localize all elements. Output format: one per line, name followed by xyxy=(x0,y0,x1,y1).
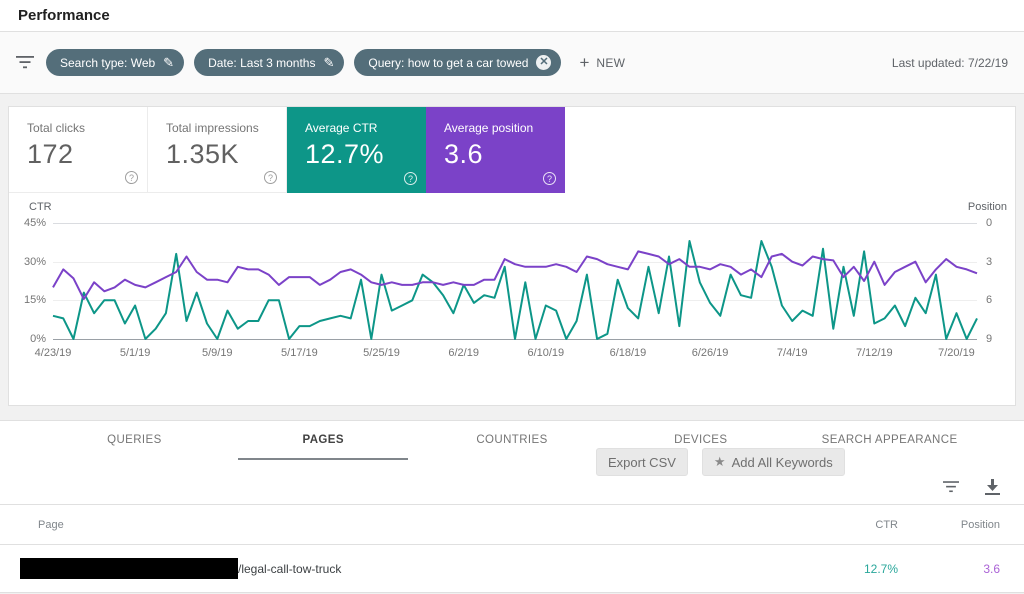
filter-chips: Search type: Web ✎ Date: Last 3 months ✎… xyxy=(46,49,561,76)
help-icon[interactable]: ? xyxy=(543,172,556,185)
x-axis-labels: 4/23/195/1/195/9/195/17/195/25/196/2/196… xyxy=(53,347,977,363)
x-axis-tick: 6/2/19 xyxy=(448,347,479,359)
performance-chart-panel: Total clicks 172 ? Total impressions 1.3… xyxy=(8,106,1016,406)
x-axis-tick: 7/20/19 xyxy=(938,347,975,359)
chip-query-filter-label: Query: how to get a car towed xyxy=(368,56,528,70)
table-filter-icon[interactable] xyxy=(943,481,959,493)
left-axis-tick: 45% xyxy=(24,217,46,229)
chart-plot-area: 45% 30% 15% 0% 0 3 6 9 xyxy=(53,223,977,339)
metric-label: Total clicks xyxy=(27,121,147,135)
page-cell: /legal-call-tow-truck xyxy=(0,558,814,579)
tab-queries[interactable]: QUERIES xyxy=(40,421,229,459)
x-axis-tick: 6/26/19 xyxy=(692,347,729,359)
metric-value: 172 xyxy=(27,139,147,170)
add-all-keywords-button[interactable]: ★ Add All Keywords xyxy=(702,448,845,476)
edit-pencil-icon[interactable]: ✎ xyxy=(163,55,174,71)
chip-search-type-label: Search type: Web xyxy=(60,56,155,70)
metric-label: Average position xyxy=(444,121,565,135)
last-updated-text: Last updated: 7/22/19 xyxy=(892,56,1008,70)
x-axis-tick: 7/4/19 xyxy=(777,347,808,359)
close-icon[interactable]: ✕ xyxy=(536,55,551,70)
ctr-value: 12.7% xyxy=(814,562,914,576)
x-axis-tick: 4/23/19 xyxy=(35,347,72,359)
new-filter-button[interactable]: + NEW xyxy=(579,53,625,73)
tab-pages[interactable]: PAGES xyxy=(229,421,418,459)
help-icon[interactable]: ? xyxy=(264,171,277,184)
table-toolbar: Export CSV ★ Add All Keywords xyxy=(0,459,1024,505)
metrics-row: Total clicks 172 ? Total impressions 1.3… xyxy=(9,107,1015,193)
export-csv-label: Export CSV xyxy=(608,455,676,470)
add-all-keywords-label: Add All Keywords xyxy=(732,455,833,470)
metric-card-total-impressions[interactable]: Total impressions 1.35K ? xyxy=(148,107,287,193)
metric-value: 3.6 xyxy=(444,139,565,170)
column-header-page[interactable]: Page xyxy=(0,519,814,531)
column-header-ctr[interactable]: CTR xyxy=(814,519,914,531)
right-axis-tick: 9 xyxy=(986,333,992,345)
column-header-position[interactable]: Position xyxy=(914,519,1024,531)
x-axis-tick: 5/25/19 xyxy=(363,347,400,359)
new-filter-label: NEW xyxy=(596,56,625,70)
metric-label: Total impressions xyxy=(166,121,286,135)
left-axis-tick: 30% xyxy=(24,256,46,268)
metric-card-average-position[interactable]: Average position 3.6 ? xyxy=(426,107,565,193)
metric-card-total-clicks[interactable]: Total clicks 172 ? xyxy=(9,107,148,193)
left-axis-tick: 15% xyxy=(24,294,46,306)
right-axis-tick: 3 xyxy=(986,256,992,268)
star-icon: ★ xyxy=(714,454,726,470)
chart-lines-svg xyxy=(53,223,977,339)
chip-date-range-label: Date: Last 3 months xyxy=(208,56,315,70)
chip-date-range[interactable]: Date: Last 3 months ✎ xyxy=(194,49,344,76)
metric-value: 1.35K xyxy=(166,139,286,170)
metric-card-average-ctr[interactable]: Average CTR 12.7% ? xyxy=(287,107,426,193)
chip-search-type[interactable]: Search type: Web ✎ xyxy=(46,49,184,76)
export-csv-button[interactable]: Export CSV xyxy=(596,448,688,476)
app-header: Performance xyxy=(0,0,1024,32)
metric-label: Average CTR xyxy=(305,121,426,135)
x-axis-tick: 7/12/19 xyxy=(856,347,893,359)
x-axis-tick: 5/1/19 xyxy=(120,347,151,359)
x-axis-tick: 6/10/19 xyxy=(527,347,564,359)
edit-pencil-icon[interactable]: ✎ xyxy=(323,55,334,71)
dimension-tabs: QUERIES PAGES COUNTRIES DEVICES SEARCH A… xyxy=(0,421,1024,459)
filter-bar: Search type: Web ✎ Date: Last 3 months ✎… xyxy=(0,32,1024,94)
page-url-suffix: /legal-call-tow-truck xyxy=(238,562,341,576)
redacted-url-block xyxy=(20,558,238,579)
extension-buttons: Export CSV ★ Add All Keywords xyxy=(596,448,845,476)
table-action-icons xyxy=(943,479,1000,495)
page-title: Performance xyxy=(18,7,110,24)
table-header: Page CTR Position xyxy=(0,505,1024,545)
chip-query-filter[interactable]: Query: how to get a car towed ✕ xyxy=(354,49,561,76)
help-icon[interactable]: ? xyxy=(404,172,417,185)
dimensions-table-panel: QUERIES PAGES COUNTRIES DEVICES SEARCH A… xyxy=(0,420,1024,593)
x-axis-tick: 6/18/19 xyxy=(610,347,647,359)
position-value: 3.6 xyxy=(914,562,1024,576)
right-axis-tick: 0 xyxy=(986,217,992,229)
tab-countries[interactable]: COUNTRIES xyxy=(418,421,607,459)
right-axis-title: Position xyxy=(968,201,1007,213)
plus-icon: + xyxy=(579,53,589,73)
right-axis-tick: 6 xyxy=(986,294,992,306)
main-content: Total clicks 172 ? Total impressions 1.3… xyxy=(0,94,1024,593)
table-row[interactable]: /legal-call-tow-truck 12.7% 3.6 xyxy=(0,545,1024,593)
x-axis-tick: 5/17/19 xyxy=(281,347,318,359)
download-icon[interactable] xyxy=(985,479,1000,495)
x-axis-tick: 5/9/19 xyxy=(202,347,233,359)
left-axis-tick: 0% xyxy=(30,333,46,345)
metric-value: 12.7% xyxy=(305,139,426,170)
timeseries-chart: CTR Position 45% 30% 15% 0% 0 3 6 9 4/23… xyxy=(9,193,1015,405)
filter-list-icon[interactable] xyxy=(16,56,34,69)
left-axis-title: CTR xyxy=(29,201,52,213)
help-icon[interactable]: ? xyxy=(125,171,138,184)
